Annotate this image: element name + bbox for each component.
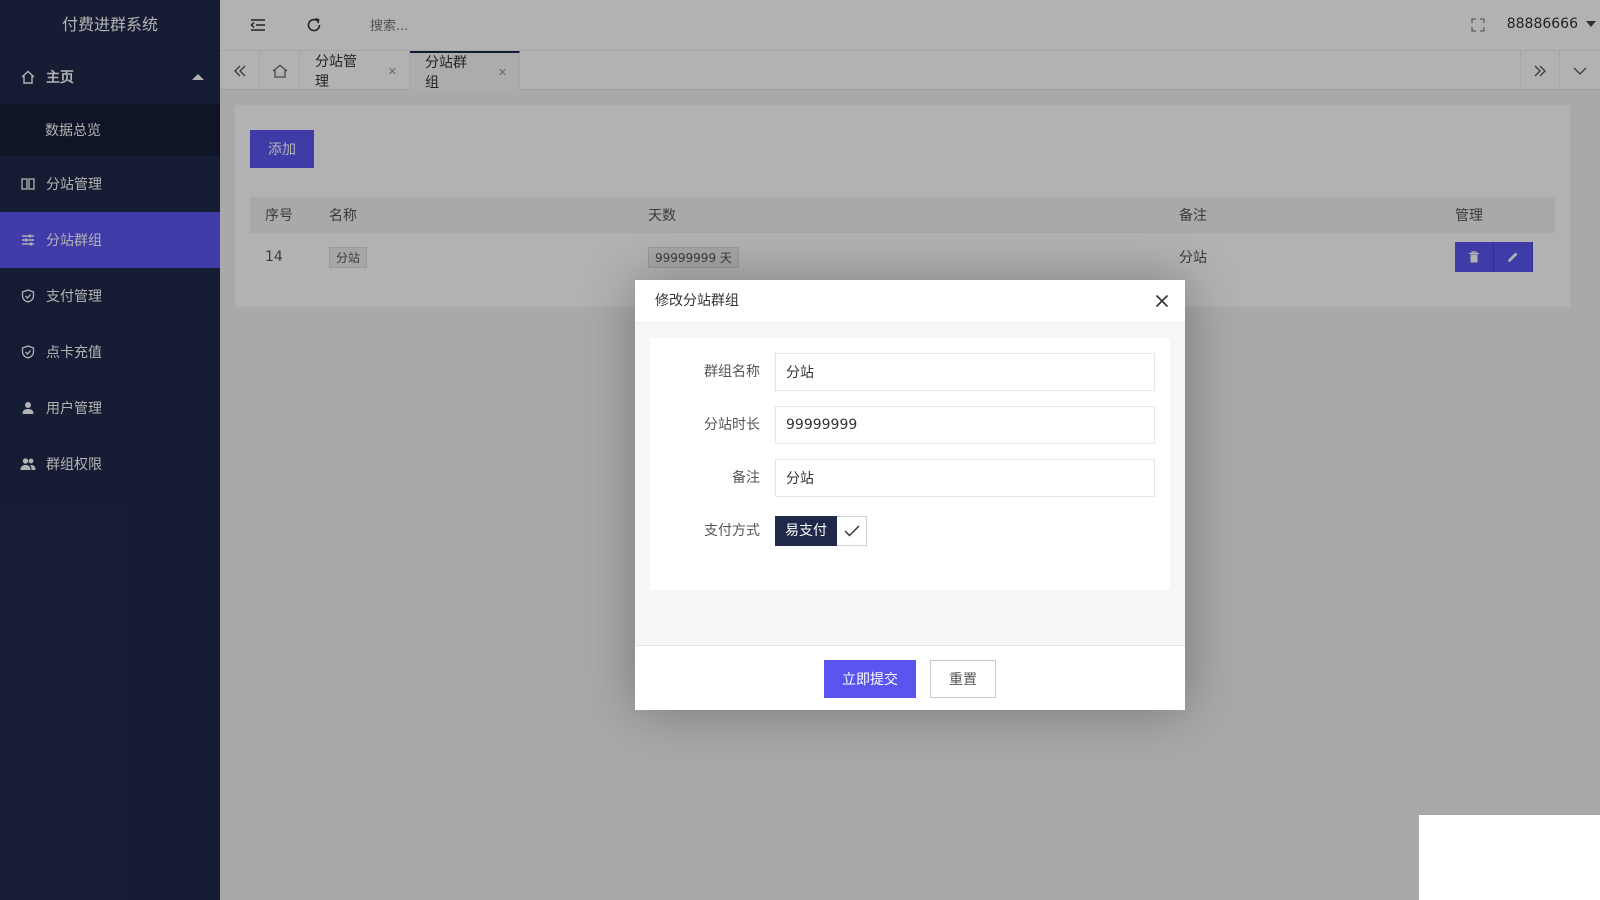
payment-checkbox[interactable]: 易支付 bbox=[775, 516, 867, 546]
note-label: 备注 bbox=[732, 470, 760, 486]
reset-button[interactable]: 重置 bbox=[930, 660, 996, 698]
group-name-label: 群组名称 bbox=[704, 364, 760, 380]
edit-group-modal: 修改分站群组 群组名称 分站时长 备注 支付方式 易支付 bbox=[635, 280, 1185, 710]
close-icon[interactable] bbox=[1153, 292, 1171, 310]
duration-label: 分站时长 bbox=[704, 417, 760, 433]
modal-body: 群组名称 分站时长 备注 支付方式 易支付 bbox=[635, 323, 1185, 645]
modal-title: 修改分站群组 bbox=[635, 280, 1185, 323]
modal-footer: 立即提交 重置 bbox=[635, 645, 1185, 710]
payment-option-label: 易支付 bbox=[775, 516, 837, 546]
note-field[interactable] bbox=[775, 459, 1155, 497]
group-name-field[interactable] bbox=[775, 353, 1155, 391]
form-row-duration: 分站时长 bbox=[650, 406, 1170, 444]
duration-field[interactable] bbox=[775, 406, 1155, 444]
form-panel: 群组名称 分站时长 备注 支付方式 易支付 bbox=[650, 338, 1170, 590]
form-row-note: 备注 bbox=[650, 459, 1170, 497]
check-icon bbox=[837, 516, 867, 546]
form-row-group-name: 群组名称 bbox=[650, 353, 1170, 391]
payment-label: 支付方式 bbox=[704, 523, 760, 539]
submit-button[interactable]: 立即提交 bbox=[824, 660, 916, 698]
corner-panel bbox=[1419, 815, 1600, 900]
form-row-payment: 支付方式 易支付 bbox=[650, 512, 1170, 550]
